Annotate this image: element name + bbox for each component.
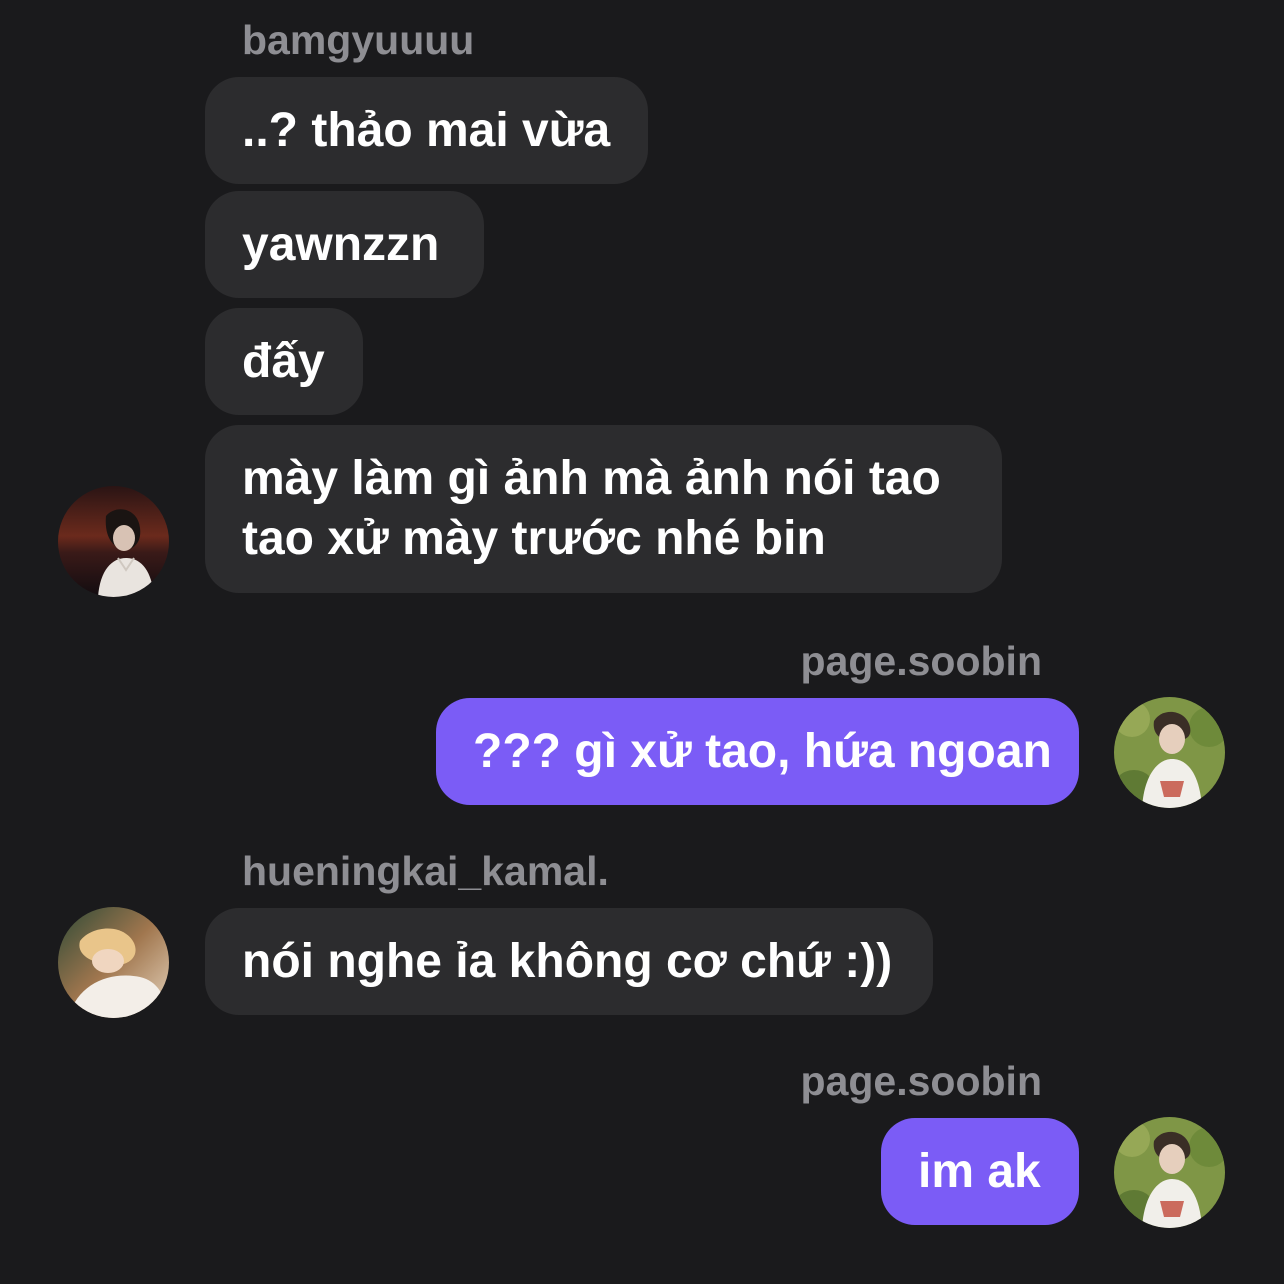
sender-name-bamgyuuuu: bamgyuuuu — [242, 17, 475, 63]
message-text-line: mày làm gì ảnh mà ảnh nói tao — [242, 452, 941, 505]
message-text: đấy — [242, 335, 325, 388]
message-text: yawnzzn — [242, 218, 440, 271]
avatar-page-soobin[interactable] — [1114, 697, 1225, 808]
sender-name-page-soobin: page.soobin — [800, 1058, 1042, 1104]
user-avatar-icon — [1114, 697, 1225, 808]
message-bubble-outgoing[interactable]: ??? gì xử tao, hứa ngoan — [436, 698, 1079, 805]
message-bubble-incoming[interactable]: ..? thảo mai vừa — [205, 77, 648, 184]
avatar-page-soobin[interactable] — [1114, 1117, 1225, 1228]
message-bubble-incoming[interactable]: yawnzzn — [205, 191, 484, 298]
sender-name-page-soobin: page.soobin — [800, 638, 1042, 684]
message-text: im ak — [918, 1145, 1041, 1198]
message-bubble-incoming[interactable]: mày làm gì ảnh mà ảnh nói tao tao xử mày… — [205, 425, 1002, 593]
avatar-hueningkai-kamal[interactable] — [58, 907, 169, 1018]
user-avatar-icon — [58, 907, 169, 1018]
message-bubble-incoming[interactable]: nói nghe ỉa không cơ chứ :)) — [205, 908, 933, 1015]
message-text: ??? gì xử tao, hứa ngoan — [473, 725, 1052, 778]
message-bubble-outgoing[interactable]: im ak — [881, 1118, 1079, 1225]
message-text-line: tao xử mày trước nhé bin — [242, 512, 826, 565]
message-text: nói nghe ỉa không cơ chứ :)) — [242, 935, 893, 988]
avatar-bamgyuuuu[interactable] — [58, 486, 169, 597]
sender-name-hueningkai-kamal: hueningkai_kamal. — [242, 848, 609, 894]
user-avatar-icon — [1114, 1117, 1225, 1228]
message-bubble-incoming[interactable]: đấy — [205, 308, 363, 415]
message-text: ..? thảo mai vừa — [242, 104, 611, 157]
user-avatar-icon — [58, 486, 169, 597]
